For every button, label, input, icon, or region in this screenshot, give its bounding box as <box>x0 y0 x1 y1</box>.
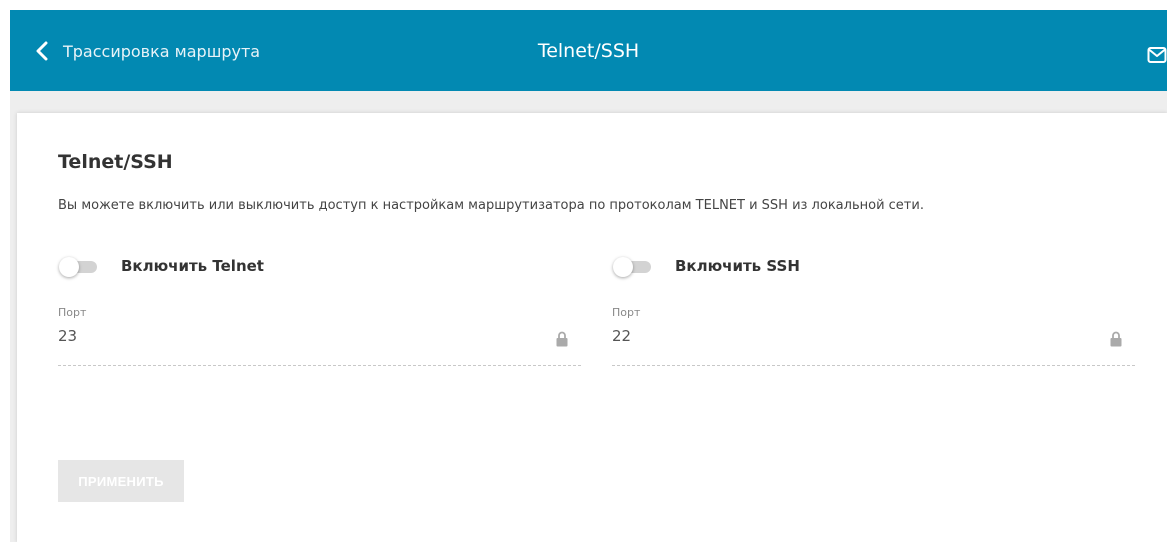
section-heading: Telnet/SSH <box>58 151 173 173</box>
lock-icon <box>1110 331 1122 347</box>
lock-icon <box>556 331 568 347</box>
ssh-toggle[interactable]: Включить SSH <box>613 255 800 277</box>
field-underline <box>58 365 581 366</box>
mail-icon[interactable] <box>1147 46 1167 64</box>
ssh-port-input[interactable] <box>612 327 1092 345</box>
telnet-toggle-label: Включить Telnet <box>121 257 264 275</box>
top-bar: Трассировка маршрута Telnet/SSH <box>10 10 1167 91</box>
telnet-switch[interactable] <box>59 257 97 277</box>
ssh-switch[interactable] <box>613 257 651 277</box>
field-underline <box>612 365 1135 366</box>
settings-card: Telnet/SSH Вы можете включить или выключ… <box>17 113 1167 542</box>
ssh-port-label: Порт <box>612 306 641 319</box>
ssh-port-field: Порт <box>612 306 1135 368</box>
telnet-port-field: Порт <box>58 306 581 368</box>
page-title: Telnet/SSH <box>537 40 640 62</box>
telnet-port-input[interactable] <box>58 327 538 345</box>
apply-button[interactable]: ПРИМЕНИТЬ <box>58 460 184 502</box>
switch-knob <box>59 257 79 277</box>
telnet-toggle[interactable]: Включить Telnet <box>59 255 264 277</box>
section-description: Вы можете включить или выключить доступ … <box>58 198 924 213</box>
switch-knob <box>613 257 633 277</box>
telnet-port-label: Порт <box>58 306 87 319</box>
ssh-toggle-label: Включить SSH <box>675 257 800 275</box>
